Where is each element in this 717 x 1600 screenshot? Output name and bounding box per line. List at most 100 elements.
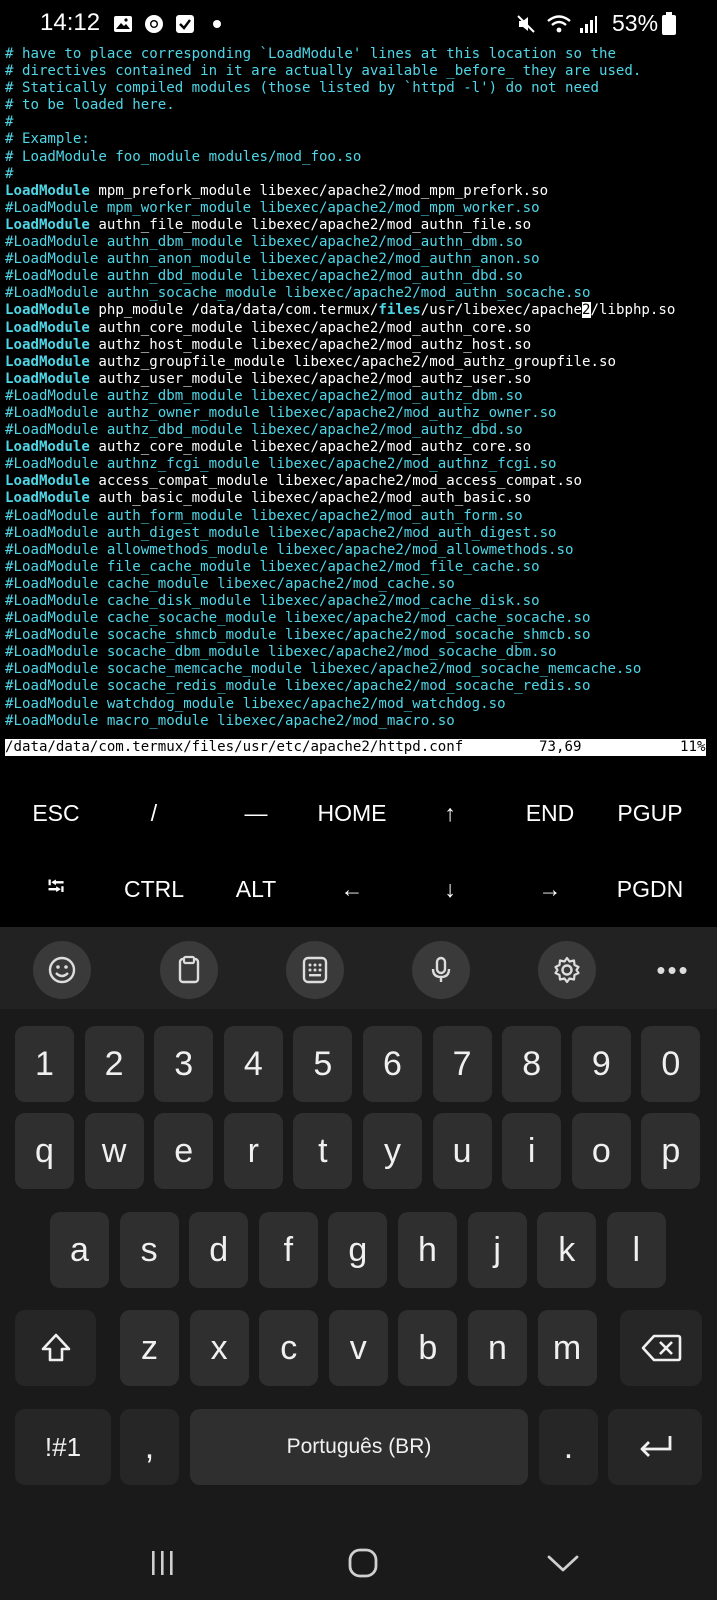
emoji-button[interactable] — [33, 941, 91, 999]
comment-text: #LoadModule cache_module libexec/apache2… — [5, 575, 455, 592]
back-button[interactable] — [523, 1540, 603, 1586]
comma-key[interactable]: , — [120, 1409, 179, 1485]
comment-text: # — [5, 114, 14, 131]
key[interactable]: 0 — [641, 1026, 701, 1102]
comment-text: #LoadModule authnz_fcgi_module libexec/a… — [5, 456, 557, 473]
shift-key[interactable] — [15, 1310, 96, 1386]
microphone-icon — [431, 956, 451, 982]
clipboard-icon — [178, 955, 200, 984]
comment-text: #LoadModule socache_dbm_module libexec/a… — [5, 644, 557, 661]
shift-icon — [41, 1333, 70, 1362]
period-key[interactable]: . — [539, 1409, 598, 1485]
extra-key[interactable]: / — [103, 775, 205, 851]
search-highlight: files — [378, 302, 421, 319]
key[interactable]: 1 — [15, 1026, 74, 1102]
key[interactable]: w — [84, 1113, 144, 1189]
key[interactable]: 6 — [363, 1026, 422, 1102]
key[interactable]: j — [467, 1212, 527, 1288]
key[interactable]: t — [293, 1113, 353, 1189]
keypad-button[interactable] — [286, 941, 344, 999]
extra-key[interactable]: ↑ — [399, 775, 501, 851]
key[interactable]: b — [398, 1310, 458, 1386]
status-bar: 14:12 53% — [0, 0, 717, 50]
key[interactable]: h — [398, 1212, 457, 1288]
extra-key[interactable]: CTRL — [103, 851, 205, 927]
back-icon — [547, 1555, 579, 1572]
terminal-line: #LoadModule authn_anon_module libexec/ap… — [5, 251, 711, 268]
terminal-output[interactable]: # have to place corresponding `LoadModul… — [5, 46, 711, 730]
key[interactable]: g — [328, 1212, 388, 1288]
terminal-line: #LoadModule authz_dbd_module libexec/apa… — [5, 422, 711, 439]
key[interactable]: 9 — [571, 1026, 631, 1102]
terminal-line: #LoadModule authz_dbm_module libexec/apa… — [5, 388, 711, 405]
terminal-line: LoadModule php_module /data/data/com.ter… — [5, 302, 711, 319]
key[interactable]: q — [15, 1113, 74, 1189]
key[interactable]: z — [120, 1310, 179, 1386]
space-bar[interactable]: Português (BR) — [190, 1409, 528, 1485]
key[interactable]: x — [189, 1310, 249, 1386]
key[interactable]: o — [571, 1113, 631, 1189]
key[interactable]: a — [50, 1212, 109, 1288]
comment-text: #LoadModule authn_anon_module libexec/ap… — [5, 251, 540, 268]
mute-icon — [517, 15, 535, 33]
terminal-line: # LoadModule foo_module modules/mod_foo.… — [5, 149, 711, 166]
key[interactable]: f — [258, 1212, 318, 1288]
emoji-icon — [48, 956, 76, 984]
home-button[interactable] — [323, 1540, 403, 1586]
extra-key[interactable]: HOME — [301, 775, 403, 851]
key[interactable]: m — [537, 1310, 597, 1386]
key[interactable]: 3 — [154, 1026, 214, 1102]
terminal-line: #LoadModule auth_digest_module libexec/a… — [5, 525, 711, 542]
comment-text: #LoadModule socache_shmcb_module libexec… — [5, 627, 591, 644]
extra-key[interactable]: ⭾ — [5, 851, 107, 927]
dot-icon — [213, 20, 221, 28]
directive-keyword: LoadModule — [5, 336, 90, 353]
key[interactable]: 7 — [432, 1026, 492, 1102]
extra-key[interactable]: ALT — [205, 851, 307, 927]
voice-input-button[interactable] — [412, 941, 470, 999]
keyboard-settings-button[interactable] — [538, 941, 596, 999]
extra-key[interactable]: PGDN — [599, 851, 701, 927]
comment-text: # — [5, 165, 14, 182]
key[interactable]: r — [223, 1113, 283, 1189]
backspace-key[interactable] — [620, 1310, 702, 1386]
comment-text: #LoadModule macro_module libexec/apache2… — [5, 712, 455, 729]
key[interactable]: p — [641, 1113, 701, 1189]
vim-scroll-percent: 11% — [680, 739, 706, 755]
extra-key[interactable]: ESC — [5, 775, 107, 851]
comment-text: #LoadModule authz_dbd_module libexec/apa… — [5, 422, 523, 439]
comment-text: #LoadModule mpm_worker_module libexec/ap… — [5, 199, 540, 216]
key[interactable]: i — [502, 1113, 562, 1189]
comment-text: #LoadModule allowmethods_module libexec/… — [5, 541, 574, 558]
more-options-button[interactable]: ••• — [644, 941, 702, 999]
key[interactable]: l — [606, 1212, 666, 1288]
enter-key[interactable] — [608, 1409, 702, 1485]
symbols-key[interactable]: !#1 — [15, 1409, 111, 1485]
key[interactable]: e — [154, 1113, 214, 1189]
extra-key[interactable]: END — [499, 775, 601, 851]
key[interactable]: y — [363, 1113, 422, 1189]
extra-key[interactable]: → — [499, 851, 601, 927]
vim-file-path: /data/data/com.termux/files/usr/etc/apac… — [5, 739, 464, 755]
extra-key[interactable]: PGUP — [599, 775, 701, 851]
extra-key[interactable]: ← — [301, 851, 403, 927]
terminal-line: # Example: — [5, 131, 711, 148]
key[interactable]: n — [468, 1310, 527, 1386]
key[interactable]: u — [432, 1113, 492, 1189]
key[interactable]: 8 — [502, 1026, 562, 1102]
key[interactable]: 4 — [223, 1026, 283, 1102]
extra-key[interactable]: — — [205, 775, 307, 851]
key[interactable]: 2 — [84, 1026, 144, 1102]
key[interactable]: d — [189, 1212, 249, 1288]
key[interactable]: s — [119, 1212, 179, 1288]
key[interactable]: c — [259, 1310, 319, 1386]
recent-apps-button[interactable] — [122, 1540, 202, 1586]
vim-cursor-position: 73,69 — [539, 739, 582, 755]
terminal-line: LoadModule mpm_prefork_module libexec/ap… — [5, 183, 711, 200]
key[interactable]: v — [328, 1310, 388, 1386]
clipboard-button[interactable] — [160, 941, 218, 999]
key[interactable]: k — [537, 1212, 597, 1288]
directive-args: authn_file_module libexec/apache2/mod_au… — [89, 216, 532, 233]
key[interactable]: 5 — [293, 1026, 353, 1102]
extra-key[interactable]: ↓ — [399, 851, 501, 927]
